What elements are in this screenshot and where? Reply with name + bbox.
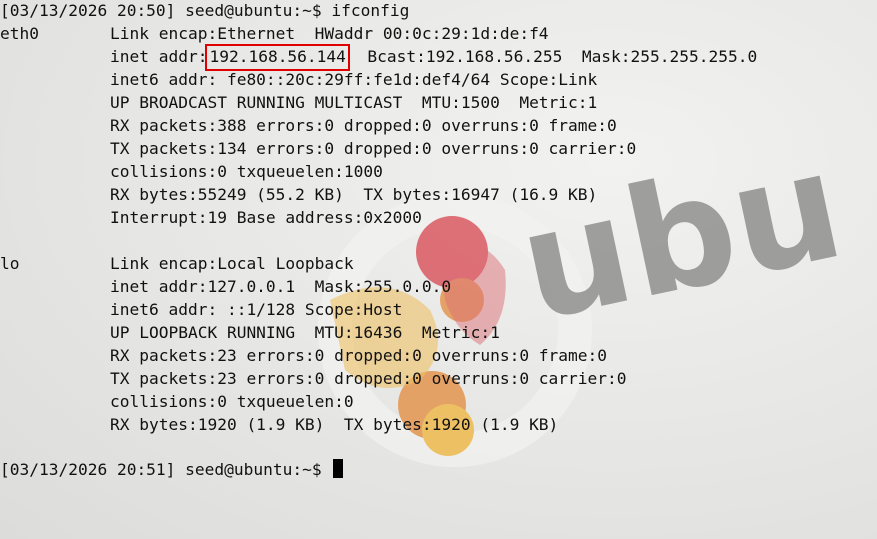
prompt-line: [03/13/2026 20:50] seed@ubuntu:~$ ifconf… [0, 1, 410, 20]
lo-inet6: inet6 addr: ::1/128 Scope:Host [110, 300, 403, 319]
lo-bytes: RX bytes:1920 (1.9 KB) TX bytes:1920 (1.… [110, 415, 559, 434]
lo-link: Link encap:Local Loopback [110, 254, 354, 273]
eth0-inet6: inet6 addr: fe80::20c:29ff:fe1d:def4/64 … [110, 70, 598, 89]
terminal-window[interactable]: [03/13/2026 20:50] seed@ubuntu:~$ ifconf… [0, 0, 877, 539]
lo-collisions: collisions:0 txqueuelen:0 [110, 392, 354, 411]
highlighted-ip-address: 192.168.56.144 [205, 44, 350, 71]
prompt-text: [03/13/2026 20:51] seed@ubuntu:~$ [0, 460, 332, 479]
text-cursor [333, 459, 344, 478]
lo-tx-packets: TX packets:23 errors:0 dropped:0 overrun… [110, 369, 627, 388]
eth0-tx-packets: TX packets:134 errors:0 dropped:0 overru… [110, 139, 637, 158]
eth0-interrupt: Interrupt:19 Base address:0x2000 [110, 208, 422, 227]
eth0-inet-prefix: inet addr: [110, 47, 208, 66]
eth0-rx-packets: RX packets:388 errors:0 dropped:0 overru… [110, 116, 617, 135]
interface-name-lo: lo [0, 254, 20, 273]
lo-inet: inet addr:127.0.0.1 Mask:255.0.0.0 [110, 277, 452, 296]
eth0-inet: inet addr: 192.168.56.144 Bcast:192.168.5… [110, 44, 758, 71]
lo-flags: UP LOOPBACK RUNNING MTU:16436 Metric:1 [110, 323, 500, 342]
eth0-inet-suffix: Bcast:192.168.56.255 Mask:255.255.255.0 [347, 47, 758, 66]
lo-rx-packets: RX packets:23 errors:0 dropped:0 overrun… [110, 346, 608, 365]
eth0-bytes: RX bytes:55249 (55.2 KB) TX bytes:16947 … [110, 185, 598, 204]
eth0-link: Link encap:Ethernet HWaddr 00:0c:29:1d:d… [110, 24, 549, 43]
eth0-collisions: collisions:0 txqueuelen:1000 [110, 162, 383, 181]
eth0-flags: UP BROADCAST RUNNING MULTICAST MTU:1500 … [110, 93, 598, 112]
prompt-line-current[interactable]: [03/13/2026 20:51] seed@ubuntu:~$ [0, 459, 344, 482]
interface-name-eth0: eth0 [0, 24, 39, 43]
